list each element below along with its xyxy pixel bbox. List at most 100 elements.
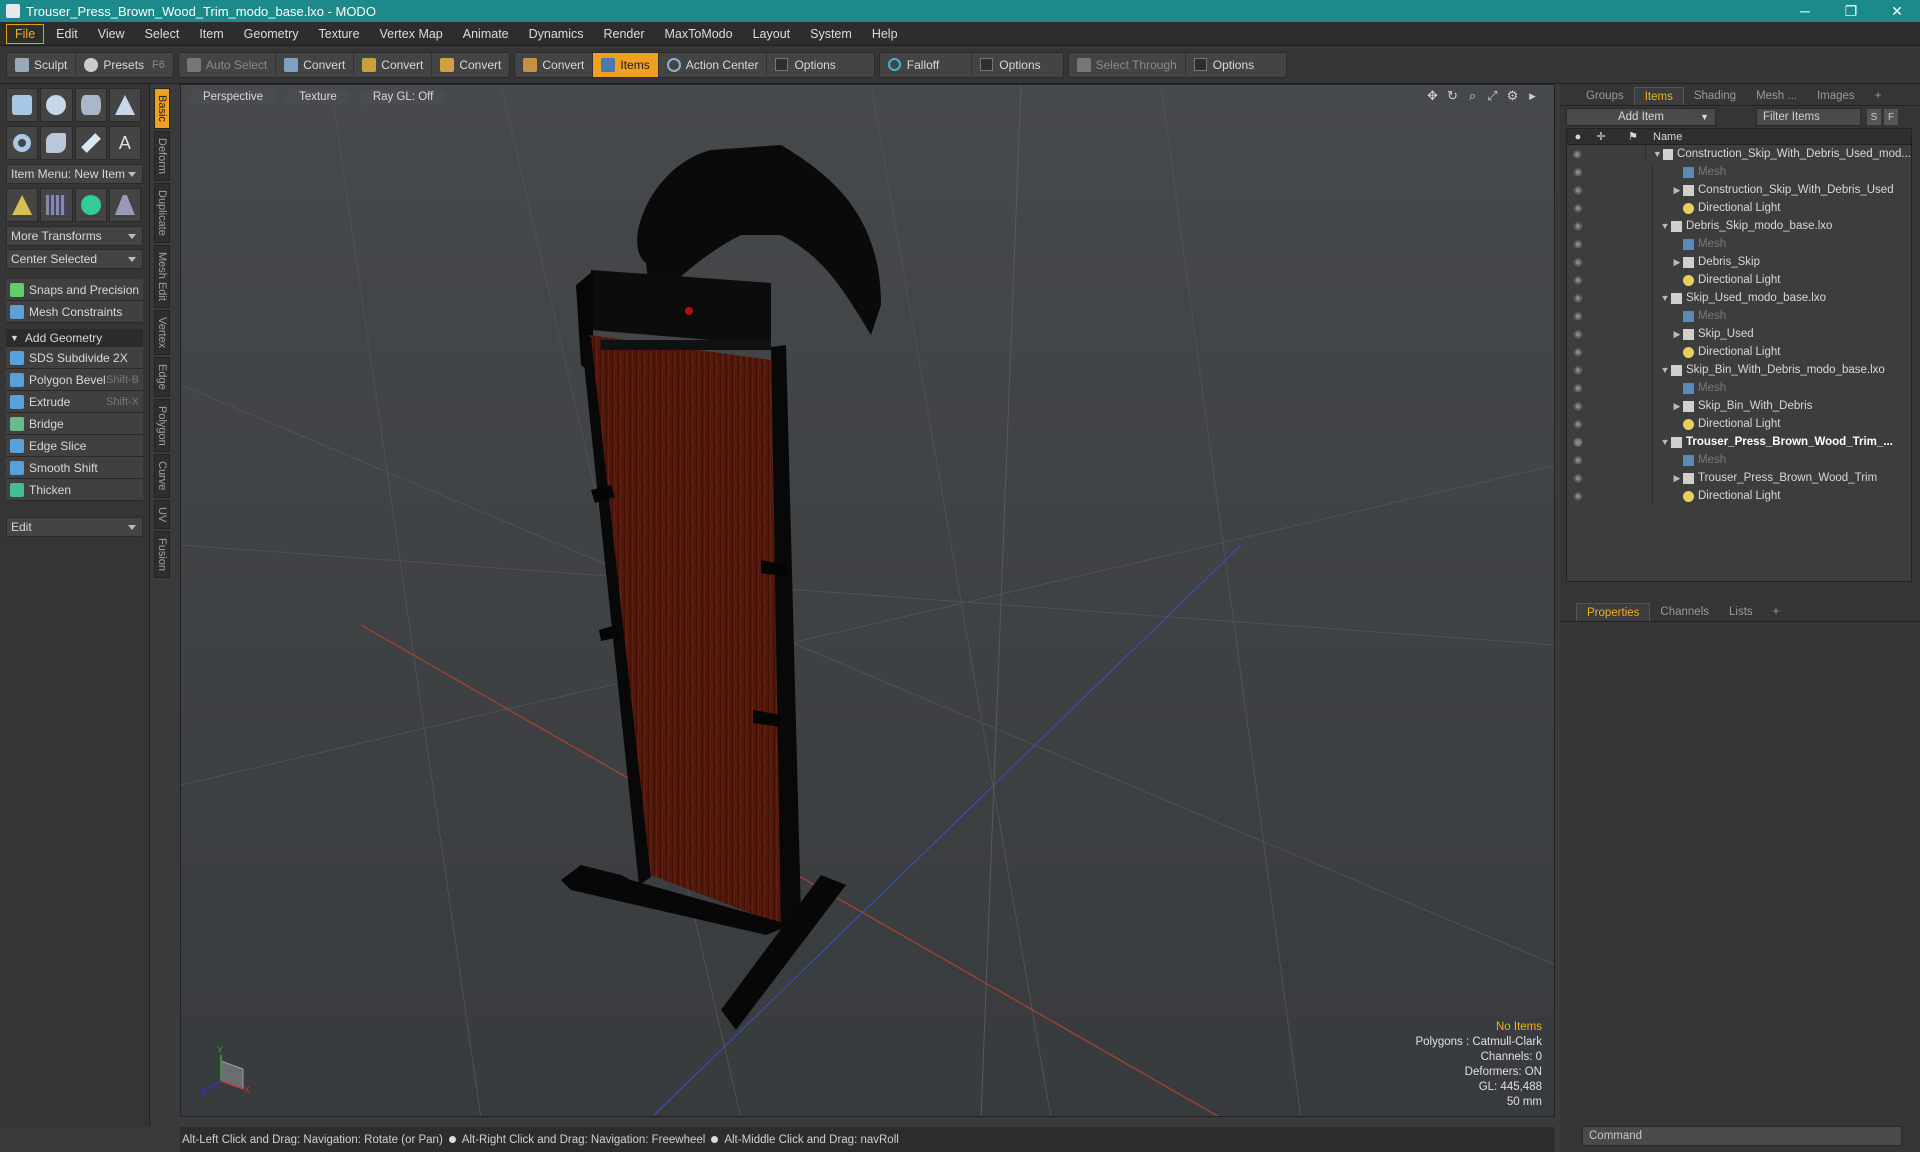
text-tool[interactable]: A — [108, 126, 141, 160]
tab-lists[interactable]: Lists — [1719, 603, 1763, 621]
collapse-chevron-icon[interactable]: ▶ — [1671, 257, 1683, 268]
tree-row[interactable]: ◉ Directional Light — [1567, 487, 1911, 505]
filter-items-input[interactable]: Filter Items — [1756, 108, 1861, 126]
eye-icon[interactable]: ◉ — [1567, 455, 1589, 466]
falloff-button[interactable]: Falloff — [880, 52, 973, 77]
mesh-constraints-button[interactable]: Mesh Constraints — [6, 301, 143, 323]
eye-icon[interactable]: ◉ — [1567, 275, 1589, 286]
tab-channels[interactable]: Channels — [1650, 603, 1719, 621]
vtab-polygon[interactable]: Polygon — [154, 398, 170, 453]
action-center-button[interactable]: Action Center — [659, 52, 768, 77]
restore-button[interactable]: ❐ — [1828, 0, 1874, 22]
pen-tool[interactable] — [74, 126, 107, 160]
tab-shading[interactable]: Shading — [1684, 87, 1746, 105]
select-through-button[interactable]: Select Through — [1069, 52, 1186, 77]
tool-sds-subdivide[interactable]: SDS Subdivide 2X — [6, 347, 143, 369]
vertices-convert-button[interactable]: Convert — [276, 52, 355, 77]
tree-row[interactable]: ◉ Mesh — [1567, 451, 1911, 469]
eye-icon[interactable]: ◉ — [1567, 239, 1589, 250]
edges-convert-button[interactable]: Convert — [354, 52, 433, 77]
zoom-view-icon[interactable]: ⌕ — [1465, 88, 1480, 103]
menu-file[interactable]: File — [6, 23, 45, 44]
gear-icon[interactable]: ⚙ — [1505, 88, 1520, 103]
menu-texture[interactable]: Texture — [311, 25, 368, 43]
lock-column-icon[interactable]: ✛ — [1589, 130, 1613, 143]
eye-icon[interactable]: ◉ — [1567, 257, 1589, 268]
cylinder-tool[interactable] — [74, 88, 107, 122]
tree-row[interactable]: ◉ ▶ Skip_Bin_With_Debris — [1567, 397, 1911, 415]
maximize-view-icon[interactable]: ⤢ — [1485, 88, 1500, 103]
add-item-button[interactable]: Add Item ▼ — [1566, 108, 1716, 126]
menu-geometry[interactable]: Geometry — [236, 25, 307, 43]
presets-button[interactable]: Presets F6 — [76, 53, 173, 77]
menu-help[interactable]: Help — [864, 25, 906, 43]
tree-row[interactable]: ◉ Mesh — [1567, 307, 1911, 325]
torus-tool[interactable] — [6, 126, 39, 160]
expand-chevron-icon[interactable]: ▼ — [1659, 221, 1671, 231]
name-column-header[interactable]: Name — [1653, 131, 1682, 143]
tree-row[interactable]: ◉ ▼ Construction_Skip_With_Debris_Used_mod… — [1567, 145, 1911, 163]
eye-icon[interactable]: ◉ — [1567, 329, 1589, 340]
tree-row[interactable]: ◉ Directional Light — [1567, 199, 1911, 217]
action-center-options-button[interactable]: Options — [767, 53, 873, 77]
menu-view[interactable]: View — [90, 25, 133, 43]
render-column-icon[interactable]: ⚑ — [1613, 130, 1653, 143]
tool-edge-slice[interactable]: Edge Slice — [6, 435, 143, 457]
vtab-fusion[interactable]: Fusion — [154, 531, 170, 579]
tree-row[interactable]: ◉ Mesh — [1567, 163, 1911, 181]
tab-items[interactable]: Items — [1633, 87, 1684, 105]
eye-icon[interactable]: ◉ — [1567, 149, 1587, 160]
visibility-column-eye-icon[interactable]: ● — [1567, 131, 1589, 143]
items-mode-button[interactable]: Items — [593, 52, 659, 77]
expand-chevron-icon[interactable]: ▼ — [1652, 149, 1663, 159]
3d-viewport[interactable]: Perspective Texture Ray GL: Off ✥ ↻ ⌕ ⤢ … — [180, 84, 1555, 1117]
eye-icon[interactable]: ◉ — [1567, 365, 1589, 376]
expand-chevron-icon[interactable]: ▼ — [1659, 293, 1671, 303]
menu-maxtomodo[interactable]: MaxToModo — [657, 25, 741, 43]
eye-icon[interactable]: ◉ — [1567, 383, 1589, 394]
rotate-view-icon[interactable]: ↻ — [1445, 88, 1460, 103]
select-through-options-button[interactable]: Options — [1186, 53, 1286, 77]
eye-icon[interactable]: ◉ — [1567, 293, 1589, 304]
menu-layout[interactable]: Layout — [745, 25, 799, 43]
menu-system[interactable]: System — [802, 25, 860, 43]
eye-icon[interactable]: ◉ — [1567, 221, 1589, 232]
add-tab-plus-icon[interactable]: + — [1865, 87, 1892, 105]
vtab-uv[interactable]: UV — [154, 499, 170, 530]
eye-icon[interactable]: ◉ — [1567, 473, 1589, 484]
tree-row[interactable]: ◉ ▶ Trouser_Press_Brown_Wood_Trim — [1567, 469, 1911, 487]
materials-convert-button[interactable]: Convert — [515, 52, 594, 77]
close-button[interactable]: ✕ — [1874, 0, 1920, 22]
snaps-precision-button[interactable]: Snaps and Precision — [6, 279, 143, 301]
vtab-mesh-edit[interactable]: Mesh Edit — [154, 244, 170, 308]
tree-row[interactable]: ◉ Mesh — [1567, 235, 1911, 253]
expand-chevron-icon[interactable]: ▼ — [1659, 437, 1671, 447]
edit-dropdown[interactable]: Edit — [6, 517, 143, 537]
cube-tool[interactable] — [6, 88, 39, 122]
add-geometry-section[interactable]: ▼ Add Geometry — [6, 329, 143, 347]
tree-row[interactable]: ◉ Directional Light — [1567, 343, 1911, 361]
polygons-convert-button[interactable]: Convert — [432, 53, 509, 77]
cone-tool[interactable] — [108, 88, 141, 122]
tree-row[interactable]: ◉ ▼ Trouser_Press_Brown_Wood_Trim_... — [1567, 433, 1911, 451]
menu-dynamics[interactable]: Dynamics — [521, 25, 592, 43]
globe-tool[interactable] — [74, 188, 107, 222]
tree-row[interactable]: ◉ Directional Light — [1567, 415, 1911, 433]
tab-mesh[interactable]: Mesh ... — [1746, 87, 1807, 105]
vtab-deform[interactable]: Deform — [154, 130, 170, 181]
filter-s-button[interactable]: S — [1867, 109, 1881, 125]
add-tab-plus-icon[interactable]: + — [1763, 603, 1790, 621]
more-transforms-dropdown[interactable]: More Transforms — [6, 226, 143, 246]
vtab-edge[interactable]: Edge — [154, 356, 170, 397]
menu-select[interactable]: Select — [137, 25, 188, 43]
tree-row[interactable]: ◉ ▶ Skip_Used — [1567, 325, 1911, 343]
sphere-tool[interactable] — [40, 88, 73, 122]
tool-polygon-bevel[interactable]: Polygon Bevel Shift-B — [6, 369, 143, 391]
auto-select-button[interactable]: Auto Select — [179, 52, 277, 77]
tree-row[interactable]: ◉ ▼ Skip_Used_modo_base.lxo — [1567, 289, 1911, 307]
tree-row[interactable]: ◉ Mesh — [1567, 379, 1911, 397]
collapse-chevron-icon[interactable]: ▶ — [1671, 401, 1683, 412]
eye-icon[interactable]: ◉ — [1567, 401, 1589, 412]
tree-row[interactable]: ◉ ▼ Debris_Skip_modo_base.lxo — [1567, 217, 1911, 235]
tab-groups[interactable]: Groups — [1576, 87, 1634, 105]
